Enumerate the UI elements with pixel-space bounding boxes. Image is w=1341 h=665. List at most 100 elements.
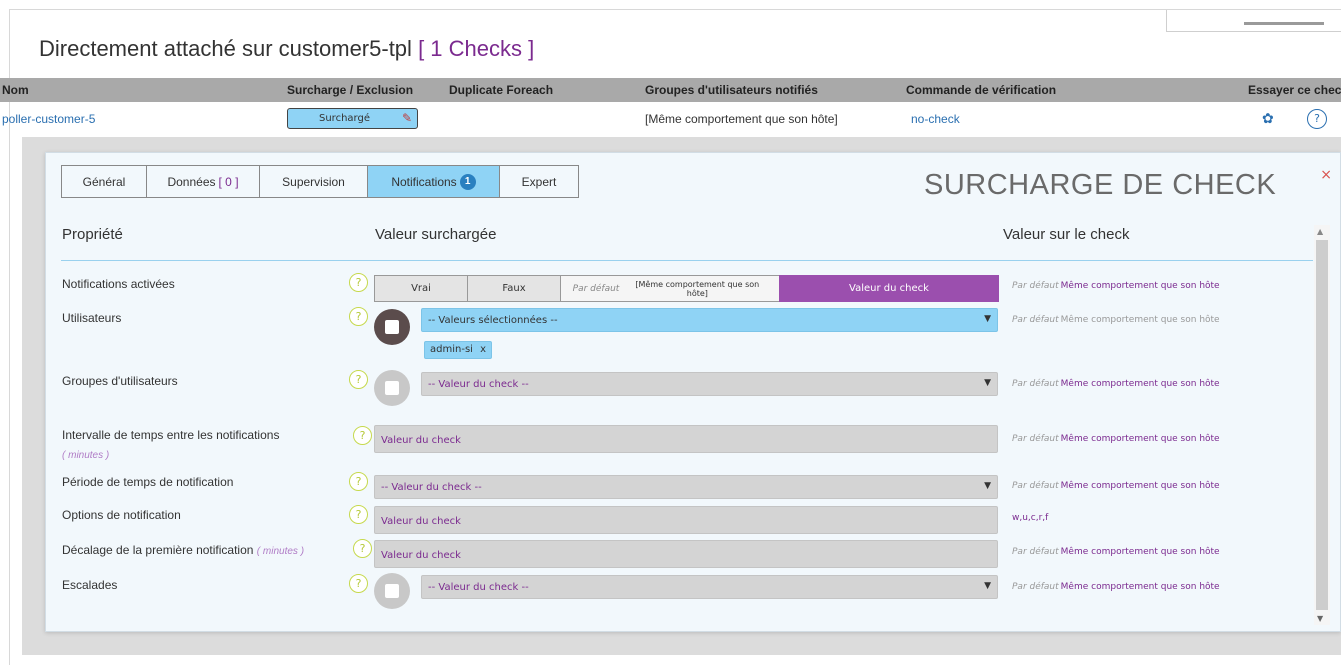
corner-tab-bar — [1244, 22, 1324, 25]
option-check-value[interactable]: Valeur du check — [779, 275, 999, 302]
user-groups-select-value: -- Valeur du check -- — [428, 379, 529, 390]
notifications-enabled-switch: Vrai Faux Par défaut [Même comportement … — [374, 275, 999, 302]
prop-options: Options de notification — [62, 508, 181, 522]
tab-notifications[interactable]: Notifications 1 — [367, 165, 500, 198]
column-property: Propriété — [62, 226, 123, 243]
toggle-square — [385, 584, 399, 598]
tab-data-count: [ 0 ] — [218, 174, 239, 189]
prop-notifications-enabled: Notifications activées — [62, 277, 175, 291]
tab-general[interactable]: Général — [61, 165, 147, 198]
check-value-period: Par défaut Même comportement que son hôte — [1012, 481, 1220, 491]
check-name-link[interactable]: poller-customer-5 — [2, 112, 95, 126]
vertical-scrollbar[interactable]: ▲ ▼ — [1314, 225, 1330, 625]
toggle-square — [385, 381, 399, 395]
check-value-users: Par défaut Même comportement que son hôte — [1012, 315, 1220, 325]
first-delay-input-placeholder: Valeur du check — [381, 550, 461, 561]
escalations-override-toggle[interactable] — [374, 573, 410, 609]
header-try-check: Essayer ce check — [1248, 83, 1341, 97]
prop-first-delay: Décalage de la première notification ( m… — [62, 543, 304, 557]
help-icon[interactable]: ? — [349, 273, 368, 292]
tab-data-label: Données — [167, 174, 216, 189]
notified-groups-value: [Même comportement que son hôte] — [645, 112, 838, 126]
options-input[interactable]: Valeur du check — [374, 506, 998, 534]
header-divider — [61, 260, 1313, 261]
check-command-link[interactable]: no-check — [911, 112, 960, 126]
option-false[interactable]: Faux — [467, 275, 561, 302]
gear-icon[interactable]: ✿ — [1262, 111, 1274, 127]
scroll-down-icon[interactable]: ▼ — [1317, 614, 1323, 623]
tab-expert-label: Expert — [521, 174, 557, 189]
help-icon[interactable]: ? — [349, 472, 368, 491]
page-title-text: Directement attaché sur customer5-tpl — [39, 36, 412, 61]
table-row: poller-customer-5 Surchargé ✎ [Même comp… — [0, 104, 1341, 134]
check-value-user-groups: Par défaut Même comportement que son hôte — [1012, 379, 1220, 389]
option-default-prefix: Par défaut — [572, 283, 620, 294]
tab-notifications-label: Notifications — [391, 174, 457, 189]
users-select[interactable]: -- Valeurs sélectionnées -- ▼ — [421, 308, 998, 332]
help-icon[interactable]: ? — [349, 370, 368, 389]
tab-supervision[interactable]: Supervision — [259, 165, 368, 198]
close-icon[interactable]: × — [1320, 167, 1332, 183]
edit-icon[interactable]: ✎ — [400, 111, 414, 125]
prop-first-delay-unit: ( minutes ) — [256, 546, 305, 557]
prop-users: Utilisateurs — [62, 311, 122, 325]
prop-period: Période de temps de notification — [62, 475, 234, 489]
help-icon[interactable]: ? — [349, 574, 368, 593]
escalations-select[interactable]: -- Valeur du check -- ▼ — [421, 575, 998, 599]
interval-input-placeholder: Valeur du check — [381, 435, 461, 446]
overridden-button[interactable]: Surchargé ✎ — [287, 108, 418, 129]
help-icon[interactable]: ? — [1307, 109, 1327, 129]
tag-remove-icon[interactable]: x — [480, 344, 486, 355]
check-value-escalations: Par défaut Même comportement que son hôte — [1012, 582, 1220, 592]
column-overridden-value: Valeur surchargée — [375, 226, 497, 243]
prop-first-delay-label: Décalage de la première notification — [62, 543, 254, 557]
help-icon[interactable]: ? — [353, 426, 372, 445]
first-delay-input[interactable]: Valeur du check — [374, 540, 998, 568]
check-value-options: w,u,c,r,f — [1012, 513, 1049, 523]
user-groups-select[interactable]: -- Valeur du check -- ▼ — [421, 372, 998, 396]
help-icon[interactable]: ? — [349, 505, 368, 524]
checks-count: [ 1 Checks ] — [418, 36, 535, 61]
interval-input[interactable]: Valeur du check — [374, 425, 998, 453]
chevron-down-icon: ▼ — [984, 481, 991, 491]
tab-expert[interactable]: Expert — [499, 165, 579, 198]
option-true[interactable]: Vrai — [374, 275, 468, 302]
check-value-notifications-enabled: Par défaut Même comportement que son hôte — [1012, 281, 1220, 291]
header-notified-groups: Groupes d'utilisateurs notifiés — [645, 83, 818, 97]
modal-title: SURCHARGE DE CHECK — [924, 169, 1277, 201]
help-icon[interactable]: ? — [349, 307, 368, 326]
options-input-placeholder: Valeur du check — [381, 516, 461, 527]
scroll-up-icon[interactable]: ▲ — [1317, 227, 1323, 236]
user-tag-label: admin-si — [430, 344, 473, 355]
override-check-modal: Général Données[ 0 ] Supervision Notific… — [45, 152, 1341, 632]
notifications-badge: 1 — [459, 173, 476, 190]
tab-general-label: Général — [82, 174, 126, 189]
option-default[interactable]: Par défaut [Même comportement que son hô… — [560, 275, 780, 302]
prop-interval-unit: ( minutes ) — [62, 450, 110, 461]
chevron-down-icon: ▼ — [984, 314, 991, 324]
chevron-down-icon: ▼ — [984, 378, 991, 388]
tab-supervision-label: Supervision — [282, 174, 345, 189]
tab-bar: Général Données[ 0 ] Supervision Notific… — [61, 165, 579, 198]
prop-escalations: Escalades — [62, 578, 118, 592]
check-value-first-delay: Par défaut Même comportement que son hôte — [1012, 547, 1220, 557]
escalations-select-value: -- Valeur du check -- — [428, 582, 529, 593]
page-title: Directement attaché sur customer5-tpl [ … — [39, 36, 534, 62]
chevron-down-icon: ▼ — [984, 581, 991, 591]
prop-user-groups: Groupes d'utilisateurs — [62, 374, 178, 388]
user-tag[interactable]: admin-si x — [424, 341, 493, 359]
overridden-label: Surchargé — [319, 113, 370, 124]
scroll-thumb[interactable] — [1316, 240, 1328, 610]
check-value-interval: Par défaut Même comportement que son hôte — [1012, 434, 1220, 444]
option-default-value: [Même comportement que son hôte] — [635, 279, 760, 298]
header-name: Nom — [2, 83, 29, 97]
header-check-command: Commande de vérification — [906, 83, 1057, 97]
prop-interval: Intervalle de temps entre les notificati… — [62, 428, 280, 442]
user-groups-override-toggle[interactable] — [374, 370, 410, 406]
period-select[interactable]: -- Valeur du check -- ▼ — [374, 475, 998, 499]
tab-data[interactable]: Données[ 0 ] — [146, 165, 260, 198]
users-override-toggle[interactable] — [374, 309, 410, 345]
column-check-value: Valeur sur le check — [1003, 226, 1130, 243]
help-icon[interactable]: ? — [353, 539, 372, 558]
period-select-value: -- Valeur du check -- — [381, 482, 482, 493]
